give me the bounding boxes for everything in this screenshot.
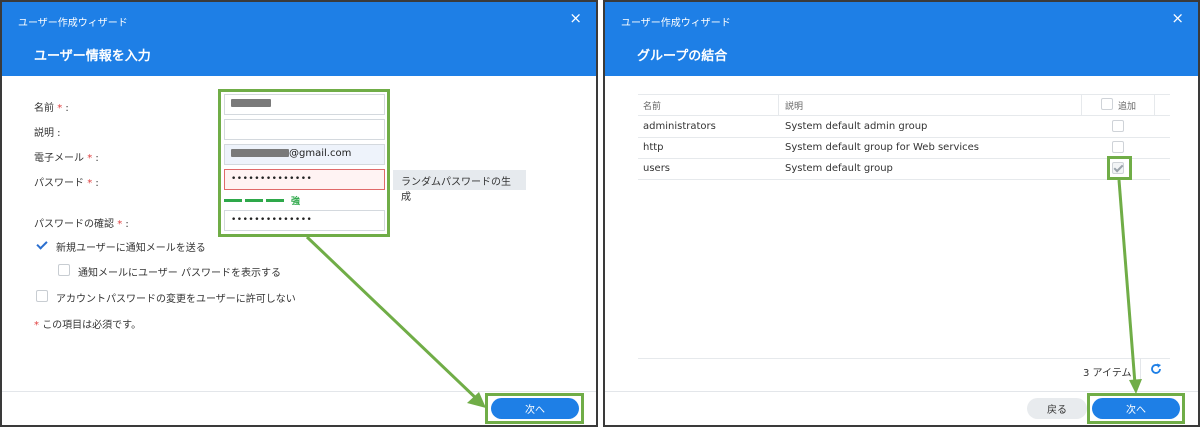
confirm-password-label: パスワードの確認 * : <box>34 215 129 230</box>
wizard-header: ユーザー作成ウィザード × ユーザー情報を入力 <box>2 2 596 76</box>
item-count: 3 アイテム <box>1083 368 1132 379</box>
group-description: System default admin group <box>785 121 928 132</box>
password-label: パスワード * : <box>34 174 99 189</box>
wizard-header: ユーザー作成ウィザード × グループの結合 <box>605 2 1198 76</box>
grid-bottom-border <box>638 358 1170 359</box>
user-info-wizard-window: ユーザー作成ウィザード × ユーザー情報を入力 名前 * : 説明 : 電子メー… <box>0 0 598 427</box>
column-separator <box>778 94 779 115</box>
label-colon: : <box>62 103 69 114</box>
add-group-checkbox[interactable] <box>1112 141 1124 153</box>
generate-random-password-button[interactable]: ランダムパスワードの生成 <box>393 170 526 203</box>
notify-email-label: 新規ユーザーに通知メールを送る <box>56 243 206 254</box>
column-header-add: 追加 <box>1118 102 1137 112</box>
arrow-head <box>467 392 486 408</box>
column-header-description[interactable]: 説明 <box>785 99 803 112</box>
group-name: administrators <box>643 121 716 132</box>
checkbox-highlight-box <box>1107 156 1132 180</box>
group-name: users <box>643 163 671 174</box>
refresh-button[interactable] <box>1140 358 1170 380</box>
label-colon: : <box>122 219 129 230</box>
arrow-line <box>305 235 482 404</box>
window-title: ユーザー作成ウィザード <box>18 18 128 29</box>
group-name: http <box>643 142 664 153</box>
column-header-name[interactable]: 名前 <box>643 99 661 112</box>
disallow-password-change-label: アカウントパスワードの変更をユーザーに許可しない <box>56 294 296 305</box>
confirm-label-text: パスワードの確認 <box>34 219 114 230</box>
column-separator <box>1081 94 1082 115</box>
required-mark: * <box>34 320 39 331</box>
window-title: ユーザー作成ウィザード <box>621 18 731 29</box>
group-description: System default group <box>785 163 893 174</box>
column-separator <box>1154 94 1155 115</box>
disallow-password-change-checkbox[interactable] <box>36 290 48 302</box>
add-group-checkbox[interactable] <box>1112 120 1124 132</box>
label-colon: : <box>92 153 99 164</box>
show-password-in-email-checkbox[interactable] <box>58 264 70 276</box>
notify-email-checkbox[interactable] <box>36 239 48 251</box>
required-note: * この項目は必須です。 <box>34 316 141 331</box>
label-colon: : <box>92 178 99 189</box>
back-button[interactable]: 戻る <box>1027 398 1087 419</box>
arrow-line <box>1117 179 1137 385</box>
name-label-text: 名前 <box>34 103 54 114</box>
row-divider <box>638 137 1170 138</box>
show-password-in-email-label: 通知メールにユーザー パスワードを表示する <box>78 268 281 279</box>
refresh-icon <box>1151 363 1161 374</box>
step-title: グループの結合 <box>637 49 728 64</box>
password-label-text: パスワード <box>34 178 84 189</box>
email-label-text: 電子メール <box>34 153 84 164</box>
email-label: 電子メール * : <box>34 149 99 164</box>
footer-divider <box>605 391 1198 392</box>
row-divider <box>638 179 1170 180</box>
close-icon[interactable]: × <box>569 11 582 26</box>
grid-top-border <box>638 94 1170 95</box>
desc-label: 説明 : <box>34 128 61 139</box>
next-button-highlight-box <box>1087 393 1185 424</box>
footer-divider <box>2 391 596 392</box>
next-button-highlight-box <box>485 393 584 424</box>
select-all-checkbox[interactable] <box>1101 98 1113 110</box>
required-note-text: この項目は必須です。 <box>42 320 142 331</box>
step-title: ユーザー情報を入力 <box>34 49 151 64</box>
join-groups-wizard-window: ユーザー作成ウィザード × グループの結合 名前 説明 追加 administr… <box>603 0 1200 427</box>
group-description: System default group for Web services <box>785 142 979 153</box>
close-icon[interactable]: × <box>1171 11 1184 26</box>
row-divider <box>638 158 1170 159</box>
header-divider <box>638 115 1170 116</box>
fields-highlight-box <box>218 89 390 237</box>
name-label: 名前 * : <box>34 99 69 114</box>
